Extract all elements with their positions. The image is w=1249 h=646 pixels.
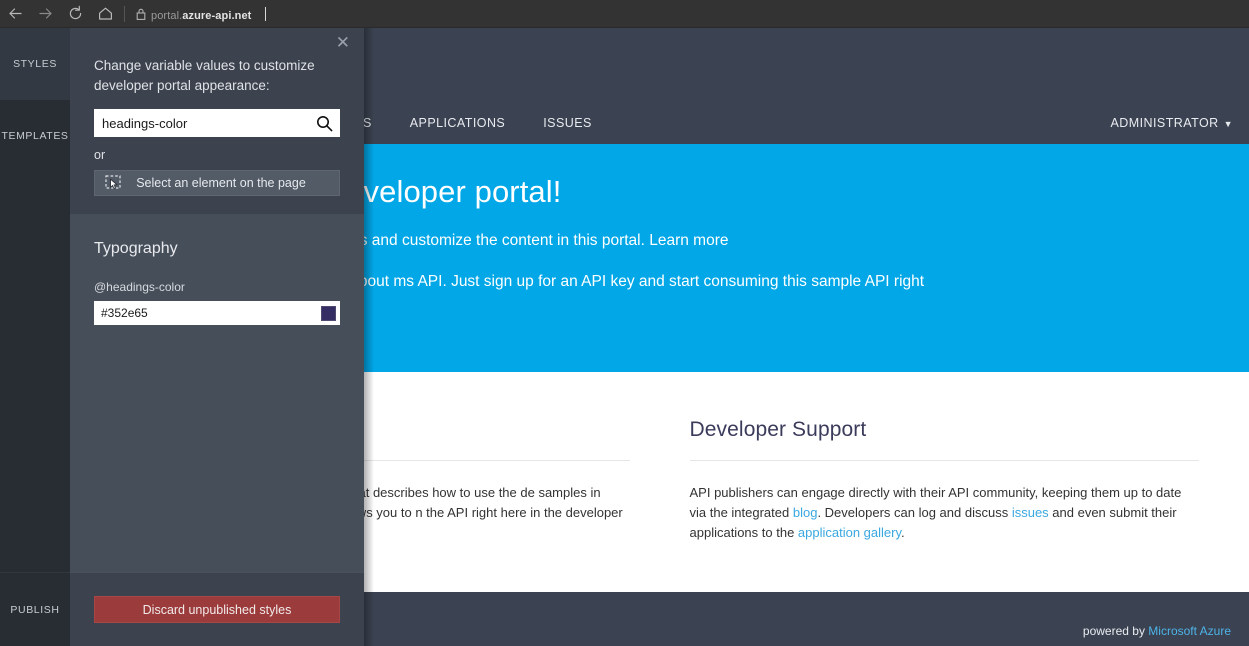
lock-icon [131,0,151,28]
nav-item-issues[interactable]: ISSUES [543,116,592,130]
inline-link[interactable]: issues [1012,505,1049,520]
sidebar-item-styles[interactable]: STYLES [0,28,70,100]
select-element-label: Select an element on the page [133,176,339,190]
sidebar-item-templates-label: TEMPLATES [1,130,68,142]
nav-item-applications[interactable]: APPLICATIONS [410,116,505,130]
home-icon[interactable] [90,0,120,28]
section-title-typography: Typography [94,240,340,258]
variable-search [94,109,340,137]
panel-instructions: Change variable values to customize deve… [94,28,340,95]
color-value-input[interactable] [101,306,321,320]
or-label: or [94,148,340,162]
address-bar[interactable]: portal.azure-api.net [151,5,266,22]
toolbar-divider [124,6,125,22]
close-icon[interactable]: ✕ [336,34,350,51]
sidebar-item-styles-label: STYLES [13,58,57,70]
editor-sidebar: STYLES TEMPLATES PUBLISH [0,28,70,646]
user-menu-label: ADMINISTRATOR [1110,116,1218,130]
text-caret [265,7,266,21]
search-icon[interactable] [312,112,336,134]
sidebar-item-publish[interactable]: PUBLISH [0,572,70,646]
card-divider [690,460,1200,461]
panel-footer: Discard unpublished styles [70,572,364,646]
url-prefix: portal. [151,10,182,22]
variable-name-label: @headings-color [94,280,340,294]
screen-root: PRODUCTS APPLICATIONS ISSUES ADMINISTRAT… [0,0,1249,646]
sidebar-item-templates[interactable]: TEMPLATES [0,100,70,172]
sidebar-item-publish-label: PUBLISH [10,604,59,616]
color-value-field[interactable] [94,301,340,325]
reload-icon[interactable] [60,0,90,28]
search-input[interactable] [94,109,340,137]
inline-link[interactable]: application gallery [798,525,901,540]
panel-body: Typography @headings-color [70,214,364,572]
select-element-button[interactable]: Select an element on the page [94,170,340,196]
chevron-down-icon: ▼ [1224,119,1233,129]
browser-toolbar: portal.azure-api.net [0,0,1249,28]
powered-by: powered by Microsoft Azure [1083,624,1231,638]
card-developer-support-title: Developer Support [690,418,1200,442]
arrow-left-icon[interactable] [0,0,30,28]
url-domain: azure-api.net [182,10,251,22]
element-picker-icon [95,175,133,191]
arrow-right-icon[interactable] [30,0,60,28]
inline-link[interactable]: blog [793,505,818,520]
microsoft-azure-link[interactable]: Microsoft Azure [1148,624,1231,638]
card-developer-support: Developer Support API publishers can eng… [660,418,1230,592]
card-developer-support-body: API publishers can engage directly with … [690,483,1200,543]
discard-unpublished-styles-button[interactable]: Discard unpublished styles [94,596,340,623]
color-swatch[interactable] [321,306,336,321]
powered-by-prefix: powered by [1083,624,1148,638]
sidebar-spacer [0,172,70,572]
panel-header: ✕ Change variable values to customize de… [70,28,364,214]
user-menu[interactable]: ADMINISTRATOR ▼ [1110,116,1233,130]
styles-editor-panel: ✕ Change variable values to customize de… [70,28,364,646]
